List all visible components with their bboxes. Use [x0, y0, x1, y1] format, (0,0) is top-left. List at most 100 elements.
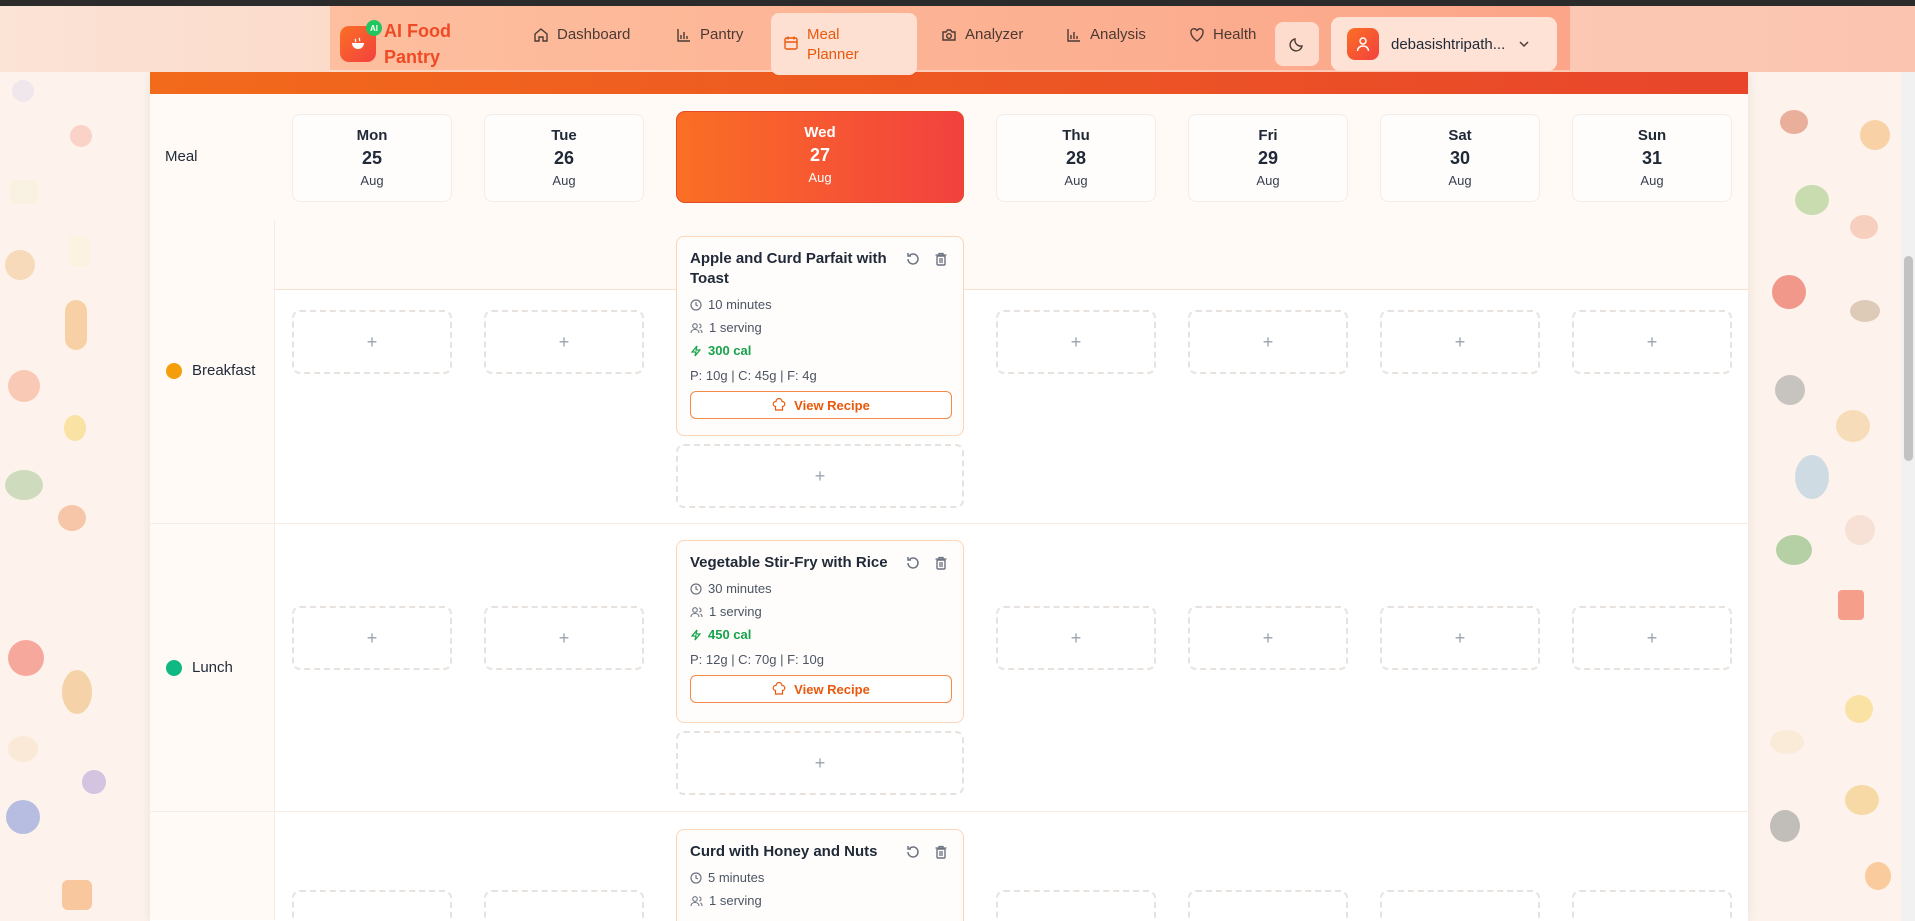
home-icon	[534, 27, 548, 42]
day-name: Wed	[804, 124, 836, 141]
scrollbar-thumb[interactable]	[1904, 256, 1913, 461]
clock-icon	[690, 871, 702, 884]
regenerate-icon[interactable]	[905, 844, 921, 860]
regenerate-icon[interactable]	[905, 555, 921, 571]
day-card-fri[interactable]: Fri 29 Aug	[1188, 114, 1348, 202]
macros: P: 10g | C: 45g | F: 4g	[690, 368, 817, 383]
nav-label: Analyzer	[965, 26, 1024, 43]
add-meal-slot[interactable]: +	[292, 310, 452, 374]
add-meal-slot[interactable]: +	[292, 606, 452, 670]
users-icon	[690, 606, 703, 617]
view-recipe-button[interactable]: View Recipe	[690, 391, 952, 419]
prep-time: 10 minutes	[690, 297, 951, 312]
add-meal-slot[interactable]: +	[1572, 606, 1732, 670]
delete-icon[interactable]	[933, 844, 949, 860]
add-meal-slot[interactable]: +	[676, 731, 964, 795]
add-meal-slot[interactable]	[484, 890, 644, 921]
chevron-down-icon	[1519, 41, 1529, 48]
calendar-icon	[784, 36, 798, 50]
macros: P: 12g | C: 70g | F: 10g	[690, 652, 824, 667]
day-name: Thu	[1062, 127, 1090, 144]
heart-icon	[1190, 27, 1204, 42]
vertical-scrollbar[interactable]	[1901, 72, 1915, 921]
day-number: 27	[809, 145, 831, 165]
brand-name: AI Food Pantry	[384, 21, 451, 67]
meal-title: Curd with Honey and Nuts	[690, 843, 878, 860]
day-name: Sun	[1637, 127, 1667, 144]
add-meal-slot[interactable]: +	[996, 310, 1156, 374]
camera-icon	[942, 28, 956, 41]
nav-label: Meal Planner	[807, 26, 859, 63]
day-card-wed-selected[interactable]: Wed 27 Aug	[676, 111, 964, 203]
add-meal-slot[interactable]: +	[1188, 310, 1348, 374]
calories: 300 cal	[690, 343, 951, 358]
username: debasishtripath...	[1391, 35, 1506, 53]
add-meal-slot[interactable]: +	[1380, 606, 1540, 670]
day-card-tue[interactable]: Tue 26 Aug	[484, 114, 644, 202]
nav-pantry[interactable]: Pantry	[676, 26, 743, 43]
nav-meal-planner[interactable]: Meal Planner	[771, 13, 917, 75]
nav-label: Pantry	[700, 26, 744, 43]
day-card-thu[interactable]: Thu 28 Aug	[996, 114, 1156, 202]
day-number: 30	[1449, 148, 1471, 168]
prep-time: 30 minutes	[690, 581, 951, 596]
brand[interactable]: AI AI Food Pantry	[340, 18, 464, 70]
day-number: 29	[1257, 148, 1279, 168]
day-month: Aug	[1256, 173, 1280, 188]
nav-dashboard[interactable]: Dashboard	[533, 26, 630, 43]
day-month: Aug	[808, 170, 832, 185]
add-meal-slot[interactable]	[1380, 890, 1540, 921]
clock-icon	[690, 582, 702, 595]
add-meal-slot[interactable]: +	[996, 606, 1156, 670]
add-meal-slot[interactable]	[1188, 890, 1348, 921]
ai-badge: AI	[366, 20, 382, 36]
day-month: Aug	[552, 173, 576, 188]
nav-analyzer[interactable]: Analyzer	[941, 26, 1023, 43]
add-meal-slot[interactable]: +	[676, 444, 964, 508]
add-meal-slot[interactable]	[996, 890, 1156, 921]
users-icon	[690, 322, 703, 333]
theme-toggle-button[interactable]	[1275, 22, 1319, 66]
calories: 450 cal	[690, 627, 951, 642]
row-divider	[150, 811, 1748, 812]
meal-planner-panel: Meal Mon 25 Aug Tue 26 Aug Wed 27 Aug Th…	[150, 70, 1748, 921]
meal-label-lunch: Lunch	[166, 659, 233, 676]
day-card-mon[interactable]: Mon 25 Aug	[292, 114, 452, 202]
nav-analysis[interactable]: Analysis	[1066, 26, 1146, 43]
meal-card-breakfast: Apple and Curd Parfait with Toast 10 min…	[676, 236, 964, 436]
meal-card-lunch: Vegetable Stir-Fry with Rice 30 minutes …	[676, 540, 964, 723]
nav-label: Analysis	[1090, 26, 1146, 43]
day-number: 28	[1065, 148, 1087, 168]
delete-icon[interactable]	[933, 555, 949, 571]
add-meal-slot[interactable]: +	[1572, 310, 1732, 374]
chef-hat-icon	[772, 682, 786, 695]
lightning-icon	[690, 345, 702, 356]
prep-time: 5 minutes	[690, 870, 951, 885]
delete-icon[interactable]	[933, 251, 949, 267]
nav-health[interactable]: Health	[1189, 26, 1256, 43]
breakfast-dot	[166, 362, 182, 379]
row-divider	[150, 523, 1748, 524]
day-name: Sat	[1448, 127, 1472, 144]
add-meal-slot[interactable]: +	[484, 310, 644, 374]
add-meal-slot[interactable]: +	[1188, 606, 1348, 670]
clock-icon	[690, 298, 702, 311]
view-recipe-button[interactable]: View Recipe	[690, 675, 952, 703]
regenerate-icon[interactable]	[905, 251, 921, 267]
day-number: 26	[553, 148, 575, 168]
add-meal-slot[interactable]: +	[484, 606, 644, 670]
day-card-sun[interactable]: Sun 31 Aug	[1572, 114, 1732, 202]
top-navbar: AI AI Food Pantry Dashboard Pantry Meal …	[0, 6, 1915, 75]
day-month: Aug	[1448, 173, 1472, 188]
user-menu-button[interactable]: debasishtripath...	[1331, 17, 1557, 71]
day-month: Aug	[1640, 173, 1664, 188]
day-number: 25	[361, 148, 383, 168]
add-meal-slot[interactable]	[292, 890, 452, 921]
day-card-sat[interactable]: Sat 30 Aug	[1380, 114, 1540, 202]
brand-logo-icon: AI	[340, 20, 382, 62]
lunch-dot	[166, 659, 182, 676]
add-meal-slot[interactable]: +	[1380, 310, 1540, 374]
add-meal-slot[interactable]	[1572, 890, 1732, 921]
meal-card-snack: Curd with Honey and Nuts 5 minutes 1 ser…	[676, 829, 964, 921]
day-name: Mon	[356, 127, 388, 144]
